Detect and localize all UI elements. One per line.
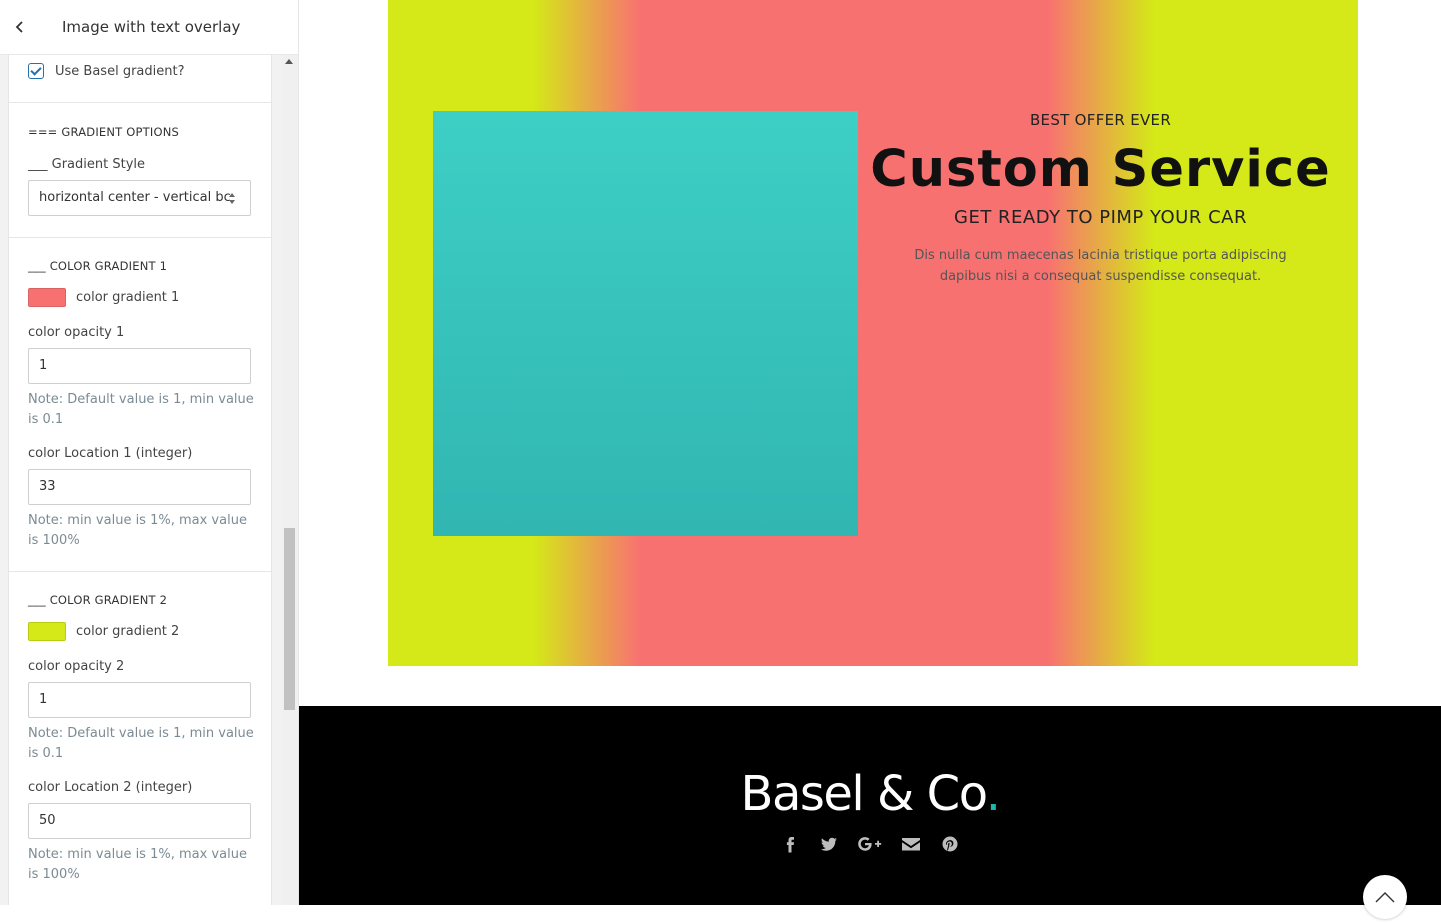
opacity-2-input[interactable]: 1	[28, 682, 251, 718]
select-arrows-icon	[228, 193, 236, 205]
options-panel: Use Basel gradient? === GRADIENT OPTIONS…	[8, 55, 272, 905]
location-1-note: Note: min value is 1%, max value is 100%	[28, 513, 247, 548]
banner-headline: Custom Service	[870, 140, 1331, 199]
pinterest-icon[interactable]	[939, 835, 961, 853]
logo-dot: .	[985, 766, 1001, 822]
location-2-note: Note: min value is 1%, max value is 100%	[28, 847, 247, 882]
logo-text: Basel & Co	[740, 766, 988, 822]
back-button[interactable]	[10, 17, 30, 37]
site-footer: Basel & Co.	[299, 706, 1441, 919]
facebook-icon[interactable]	[779, 835, 801, 853]
google-plus-icon[interactable]	[857, 835, 883, 853]
color-gradient-1-swatch[interactable]	[28, 288, 66, 307]
site-preview: BEST OFFER EVER Custom Service GET READY…	[299, 0, 1441, 919]
color-gradient-1-label: color gradient 1	[76, 290, 180, 305]
opacity-2-note: Note: Default value is 1, min value is 0…	[28, 726, 254, 761]
panel-header: Image with text overlay	[0, 0, 298, 55]
opacity-1-label: color opacity 1	[28, 325, 125, 340]
location-2-label: color Location 2 (integer)	[28, 780, 193, 795]
gradient-banner: BEST OFFER EVER Custom Service GET READY…	[388, 0, 1358, 666]
gradient-style-select[interactable]: horizontal center - vertical bc	[28, 180, 251, 216]
color-gradient-1-section: ___ COLOR GRADIENT 1 color gradient 1 co…	[9, 237, 271, 571]
site-logo[interactable]: Basel & Co.	[299, 766, 1441, 822]
opacity-2-label: color opacity 2	[28, 659, 125, 674]
email-icon[interactable]	[900, 835, 922, 853]
banner-subheading: GET READY TO PIMP YOUR CAR	[954, 207, 1247, 228]
social-links	[299, 833, 1441, 853]
gradient-options-title: === GRADIENT OPTIONS	[28, 125, 180, 139]
location-2-input[interactable]: 50	[28, 803, 251, 839]
location-1-label: color Location 1 (integer)	[28, 446, 193, 461]
color-gradient-2-section: ___ COLOR GRADIENT 2 color gradient 2 co…	[9, 571, 271, 905]
customizer-sidebar: Image with text overlay Use Basel gradie…	[0, 0, 299, 905]
color-gradient-2-title: ___ COLOR GRADIENT 2	[28, 593, 168, 607]
gradient-options-section: === GRADIENT OPTIONS ___ Gradient Style …	[9, 103, 271, 237]
banner-offer-text: BEST OFFER EVER	[1029, 111, 1172, 129]
twitter-icon[interactable]	[818, 835, 840, 853]
scroll-up-arrow-icon[interactable]	[285, 59, 293, 64]
gradient-style-value: horizontal center - vertical bc	[39, 190, 231, 205]
banner-image	[433, 111, 858, 536]
panel-title: Image with text overlay	[62, 18, 241, 36]
use-gradient-section: Use Basel gradient?	[9, 55, 271, 103]
scrollbar-thumb[interactable]	[284, 528, 295, 710]
color-gradient-2-label: color gradient 2	[76, 624, 180, 639]
color-gradient-2-swatch[interactable]	[28, 622, 66, 641]
chevron-up-icon	[1375, 892, 1395, 903]
opacity-1-note: Note: Default value is 1, min value is 0…	[28, 392, 254, 427]
chevron-left-icon	[15, 21, 23, 33]
gradient-style-label: ___ Gradient Style	[28, 157, 145, 172]
use-gradient-checkbox[interactable]	[28, 63, 44, 79]
location-1-input[interactable]: 33	[28, 469, 251, 505]
opacity-1-input[interactable]: 1	[28, 348, 251, 384]
scrollbar[interactable]	[281, 55, 297, 905]
scroll-to-top-button[interactable]	[1363, 875, 1407, 919]
use-gradient-label: Use Basel gradient?	[55, 64, 185, 79]
color-gradient-1-title: ___ COLOR GRADIENT 1	[28, 259, 168, 273]
banner-description: Dis nulla cum maecenas lacinia tristique…	[914, 248, 1287, 284]
